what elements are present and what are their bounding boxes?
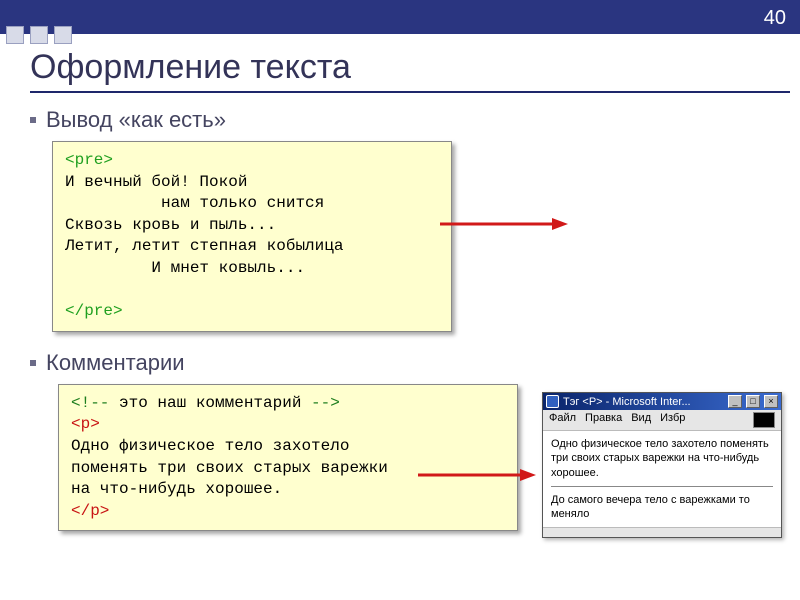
close-button[interactable]: ×	[764, 395, 778, 408]
menu-view[interactable]: Вид	[631, 412, 651, 428]
divider	[551, 486, 773, 487]
maximize-button[interactable]: □	[746, 395, 760, 408]
browser-menu: Файл Правка Вид Избр	[543, 410, 781, 431]
code-line: И вечный бой! Покой	[65, 173, 247, 191]
code-line: поменять три своих старых варежки	[71, 459, 388, 477]
browser-viewport: Одно физическое тело захотело поменять т…	[543, 431, 781, 527]
browser-title-text: Тэг <P> - Microsoft Inter...	[563, 396, 724, 408]
bullet-asis-label: Вывод «как есть»	[46, 107, 226, 133]
browser-statusbar	[543, 527, 781, 537]
throbber-icon	[753, 412, 775, 428]
code-line: на что-нибудь хорошее.	[71, 480, 282, 498]
comment-open: <!--	[71, 394, 109, 412]
browser-window: Тэг <P> - Microsoft Inter... _ □ × Файл …	[542, 392, 782, 538]
menu-edit[interactable]: Правка	[585, 412, 622, 428]
comment-close: -->	[311, 394, 340, 412]
comment-text: это наш комментарий	[109, 394, 311, 412]
menu-file[interactable]: Файл	[549, 412, 576, 428]
decor-squares	[6, 26, 72, 44]
slide-title: Оформление текста	[30, 48, 786, 87]
tag-pre-close: </pre>	[65, 302, 123, 320]
code-line: Одно физическое тело захотело	[71, 437, 349, 455]
code-line: Летит, летит степная кобылица	[65, 237, 343, 255]
page-number: 40	[764, 7, 786, 30]
code-line: Сквозь кровь и пыль...	[65, 216, 276, 234]
bullet-icon	[30, 360, 36, 366]
code-line: И мнет ковыль...	[65, 259, 305, 277]
rendered-paragraph: Одно физическое тело захотело поменять т…	[551, 437, 773, 480]
title-underline	[30, 91, 790, 93]
minimize-button[interactable]: _	[728, 395, 742, 408]
rendered-paragraph: До самого вечера тело с варежками то мен…	[551, 493, 773, 522]
menu-favorites[interactable]: Избр	[660, 412, 685, 428]
code-pre-example: <pre> И вечный бой! Покой нам только сни…	[52, 141, 452, 332]
bullet-comments-label: Комментарии	[46, 350, 185, 376]
browser-titlebar: Тэг <P> - Microsoft Inter... _ □ ×	[543, 393, 781, 410]
bullet-comments: Комментарии	[30, 350, 786, 376]
arrow-icon	[440, 217, 570, 231]
bullet-icon	[30, 117, 36, 123]
ie-icon	[546, 395, 559, 408]
tag-p-close: </p>	[71, 502, 109, 520]
arrow-icon	[418, 468, 538, 487]
tag-p-open: <p>	[71, 415, 100, 433]
code-comment-example: <!-- это наш комментарий --> <p> Одно фи…	[58, 384, 518, 532]
tag-pre-open: <pre>	[65, 151, 113, 169]
slide-header-bar: 40	[0, 0, 800, 34]
bullet-asis: Вывод «как есть»	[30, 107, 786, 133]
code-line: нам только снится	[65, 194, 324, 212]
